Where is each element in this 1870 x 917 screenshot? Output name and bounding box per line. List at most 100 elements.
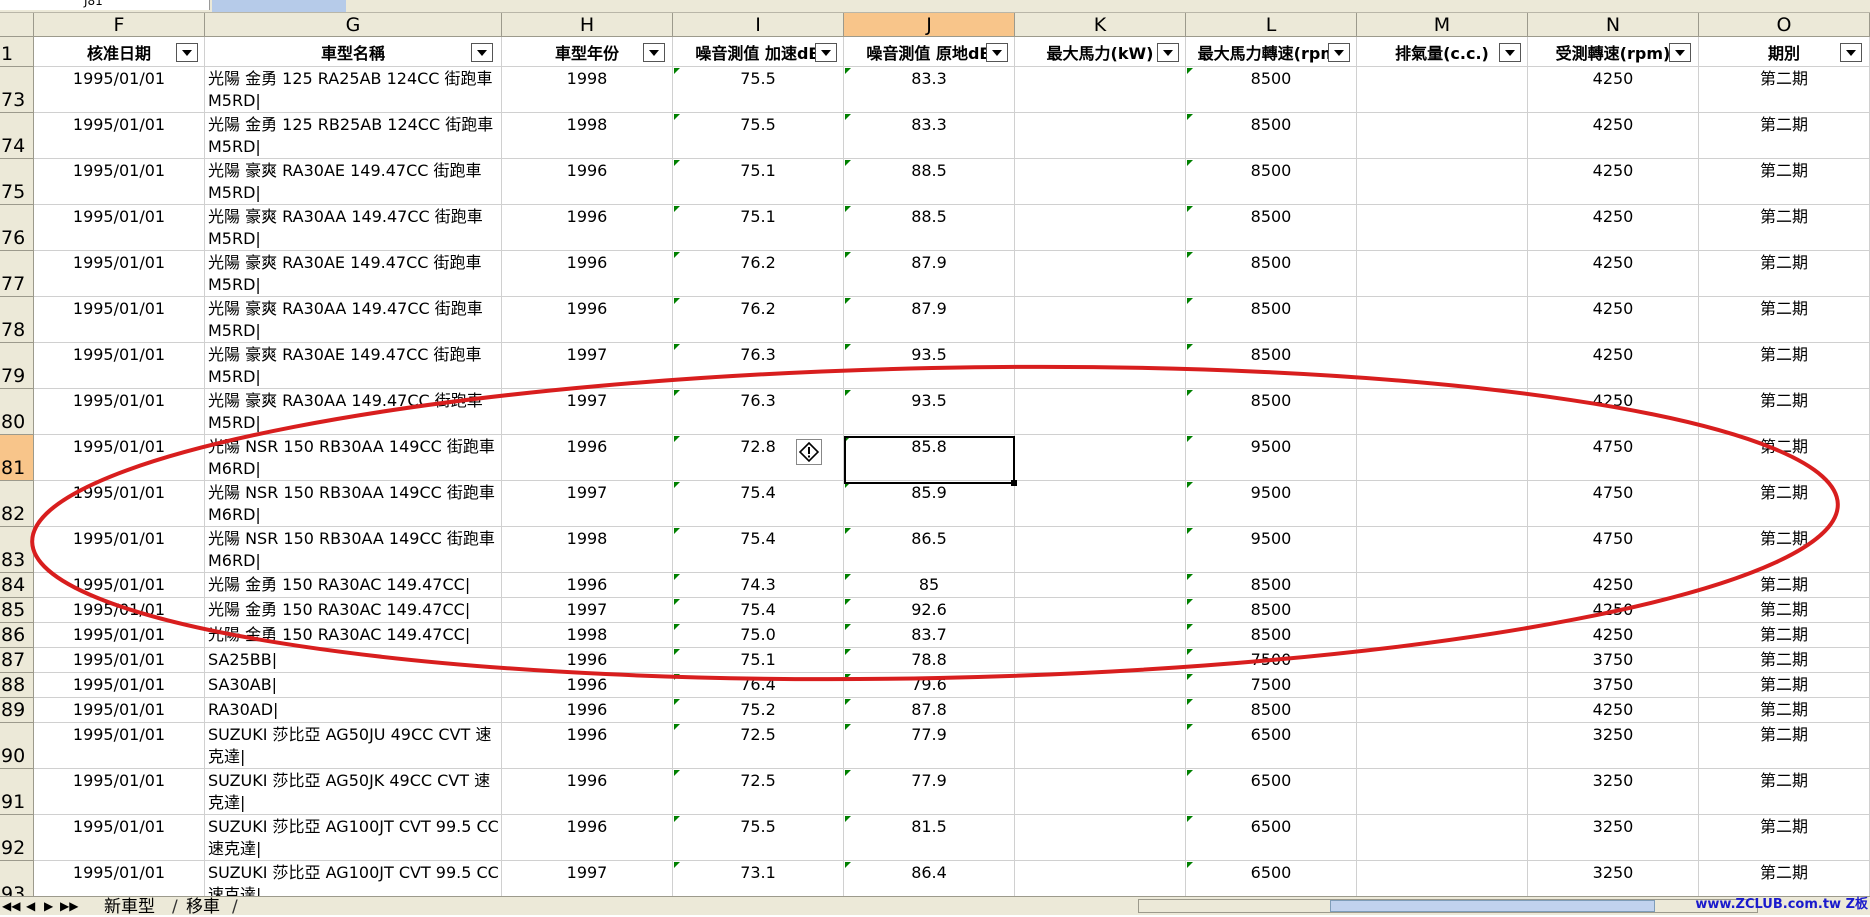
table-cell[interactable]: 第二期: [1699, 205, 1870, 251]
table-cell[interactable]: 第二期: [1699, 159, 1870, 205]
table-cell[interactable]: 87.9: [844, 251, 1015, 297]
table-cell[interactable]: 76.4: [673, 673, 844, 698]
row-header-86[interactable]: 86: [0, 623, 34, 648]
table-cell[interactable]: [1015, 698, 1186, 723]
table-cell[interactable]: 1995/01/01: [34, 573, 205, 598]
table-cell[interactable]: [1357, 648, 1528, 673]
table-cell[interactable]: 4750: [1528, 481, 1699, 527]
table-cell[interactable]: [1357, 527, 1528, 573]
table-cell[interactable]: 77.9: [844, 769, 1015, 815]
table-cell[interactable]: 3250: [1528, 815, 1699, 861]
table-cell[interactable]: 第二期: [1699, 598, 1870, 623]
table-cell[interactable]: 78.8: [844, 648, 1015, 673]
table-cell[interactable]: 1995/01/01: [34, 297, 205, 343]
sheet-tab-active[interactable]: 新車型: [104, 897, 155, 917]
table-cell[interactable]: 4250: [1528, 297, 1699, 343]
table-cell[interactable]: 93.5: [844, 343, 1015, 389]
table-cell[interactable]: 83.3: [844, 67, 1015, 113]
table-cell[interactable]: 光陽 豪爽 RA30AE 149.47CC 街跑車 M5RD|: [205, 159, 502, 205]
autofilter-dropdown-button[interactable]: [643, 43, 665, 62]
table-cell[interactable]: SUZUKI 莎比亞 AG100JT CVT 99.5 CC 速克達|: [205, 815, 502, 861]
table-cell[interactable]: 1995/01/01: [34, 159, 205, 205]
error-smart-tag-icon[interactable]: [796, 439, 822, 465]
autofilter-dropdown-button[interactable]: [1499, 43, 1521, 62]
table-cell[interactable]: 72.5: [673, 723, 844, 769]
table-cell[interactable]: 75.4: [673, 598, 844, 623]
table-cell[interactable]: 75.1: [673, 205, 844, 251]
sheet-tab-2[interactable]: 移車: [186, 897, 220, 917]
column-header-M[interactable]: M: [1357, 13, 1528, 37]
table-cell[interactable]: 8500: [1186, 573, 1357, 598]
table-cell[interactable]: 4250: [1528, 623, 1699, 648]
table-cell[interactable]: 光陽 豪爽 RA30AA 149.47CC 街跑車 M5RD|: [205, 205, 502, 251]
table-cell[interactable]: 1996: [502, 673, 673, 698]
table-cell[interactable]: 87.9: [844, 297, 1015, 343]
table-cell[interactable]: 1998: [502, 113, 673, 159]
row-header-1[interactable]: 1: [0, 37, 34, 67]
table-cell[interactable]: 87.8: [844, 698, 1015, 723]
table-cell[interactable]: 光陽 金勇 150 RA30AC 149.47CC|: [205, 623, 502, 648]
table-cell[interactable]: [1357, 389, 1528, 435]
table-cell[interactable]: 1995/01/01: [34, 389, 205, 435]
table-cell[interactable]: 6500: [1186, 723, 1357, 769]
table-cell[interactable]: [1357, 723, 1528, 769]
table-cell[interactable]: 4250: [1528, 205, 1699, 251]
table-cell[interactable]: 4750: [1528, 527, 1699, 573]
table-cell[interactable]: 4250: [1528, 573, 1699, 598]
table-cell[interactable]: 76.3: [673, 343, 844, 389]
table-cell[interactable]: 光陽 金勇 150 RA30AC 149.47CC|: [205, 598, 502, 623]
table-cell[interactable]: 1995/01/01: [34, 251, 205, 297]
table-cell[interactable]: 72.5: [673, 769, 844, 815]
table-cell[interactable]: 第二期: [1699, 343, 1870, 389]
table-cell[interactable]: 75.2: [673, 698, 844, 723]
table-cell[interactable]: 9500: [1186, 481, 1357, 527]
table-cell[interactable]: 1995/01/01: [34, 673, 205, 698]
table-cell[interactable]: 8500: [1186, 113, 1357, 159]
table-cell[interactable]: 1996: [502, 573, 673, 598]
row-header-76[interactable]: 76: [0, 205, 34, 251]
row-header-80[interactable]: 80: [0, 389, 34, 435]
autofilter-dropdown-button[interactable]: [815, 43, 837, 62]
table-cell[interactable]: 第二期: [1699, 673, 1870, 698]
table-cell[interactable]: 1997: [502, 343, 673, 389]
table-cell[interactable]: 光陽 金勇 150 RA30AC 149.47CC|: [205, 573, 502, 598]
table-cell[interactable]: [1357, 113, 1528, 159]
table-cell[interactable]: [1015, 598, 1186, 623]
row-header-90[interactable]: 90: [0, 723, 34, 769]
table-cell[interactable]: [1015, 573, 1186, 598]
table-cell[interactable]: 8500: [1186, 698, 1357, 723]
table-cell[interactable]: SUZUKI 莎比亞 AG50JU 49CC CVT 速克達|: [205, 723, 502, 769]
table-cell[interactable]: 第二期: [1699, 573, 1870, 598]
column-header-N[interactable]: N: [1528, 13, 1699, 37]
table-cell[interactable]: [1357, 481, 1528, 527]
row-header-75[interactable]: 75: [0, 159, 34, 205]
row-header-89[interactable]: 89: [0, 698, 34, 723]
table-cell[interactable]: [1357, 251, 1528, 297]
table-cell[interactable]: 1995/01/01: [34, 343, 205, 389]
table-cell[interactable]: 光陽 金勇 125 RB25AB 124CC 街跑車 M5RD|: [205, 113, 502, 159]
horizontal-scrollbar-thumb[interactable]: [1330, 900, 1655, 912]
table-cell[interactable]: 75.5: [673, 113, 844, 159]
autofilter-dropdown-button[interactable]: [1669, 43, 1691, 62]
table-cell[interactable]: [1015, 389, 1186, 435]
table-cell[interactable]: 光陽 豪爽 RA30AA 149.47CC 街跑車 M5RD|: [205, 297, 502, 343]
table-cell[interactable]: 1997: [502, 389, 673, 435]
row-header-82[interactable]: 82: [0, 481, 34, 527]
table-cell[interactable]: 1998: [502, 527, 673, 573]
table-cell[interactable]: 1996: [502, 698, 673, 723]
tab-nav-next[interactable]: ▶: [44, 897, 53, 915]
tab-nav-prev[interactable]: ◀: [26, 897, 35, 915]
table-cell[interactable]: [1015, 623, 1186, 648]
table-cell[interactable]: 75.4: [673, 527, 844, 573]
table-cell[interactable]: 第二期: [1699, 527, 1870, 573]
table-cell[interactable]: 第二期: [1699, 389, 1870, 435]
row-header-84[interactable]: 84: [0, 573, 34, 598]
table-cell[interactable]: 75.1: [673, 648, 844, 673]
table-cell[interactable]: [1015, 435, 1186, 481]
table-cell[interactable]: 1997: [502, 598, 673, 623]
row-header-79[interactable]: 79: [0, 343, 34, 389]
table-cell[interactable]: 4250: [1528, 251, 1699, 297]
table-cell[interactable]: 9500: [1186, 435, 1357, 481]
table-cell[interactable]: 6500: [1186, 815, 1357, 861]
table-cell[interactable]: 1996: [502, 435, 673, 481]
